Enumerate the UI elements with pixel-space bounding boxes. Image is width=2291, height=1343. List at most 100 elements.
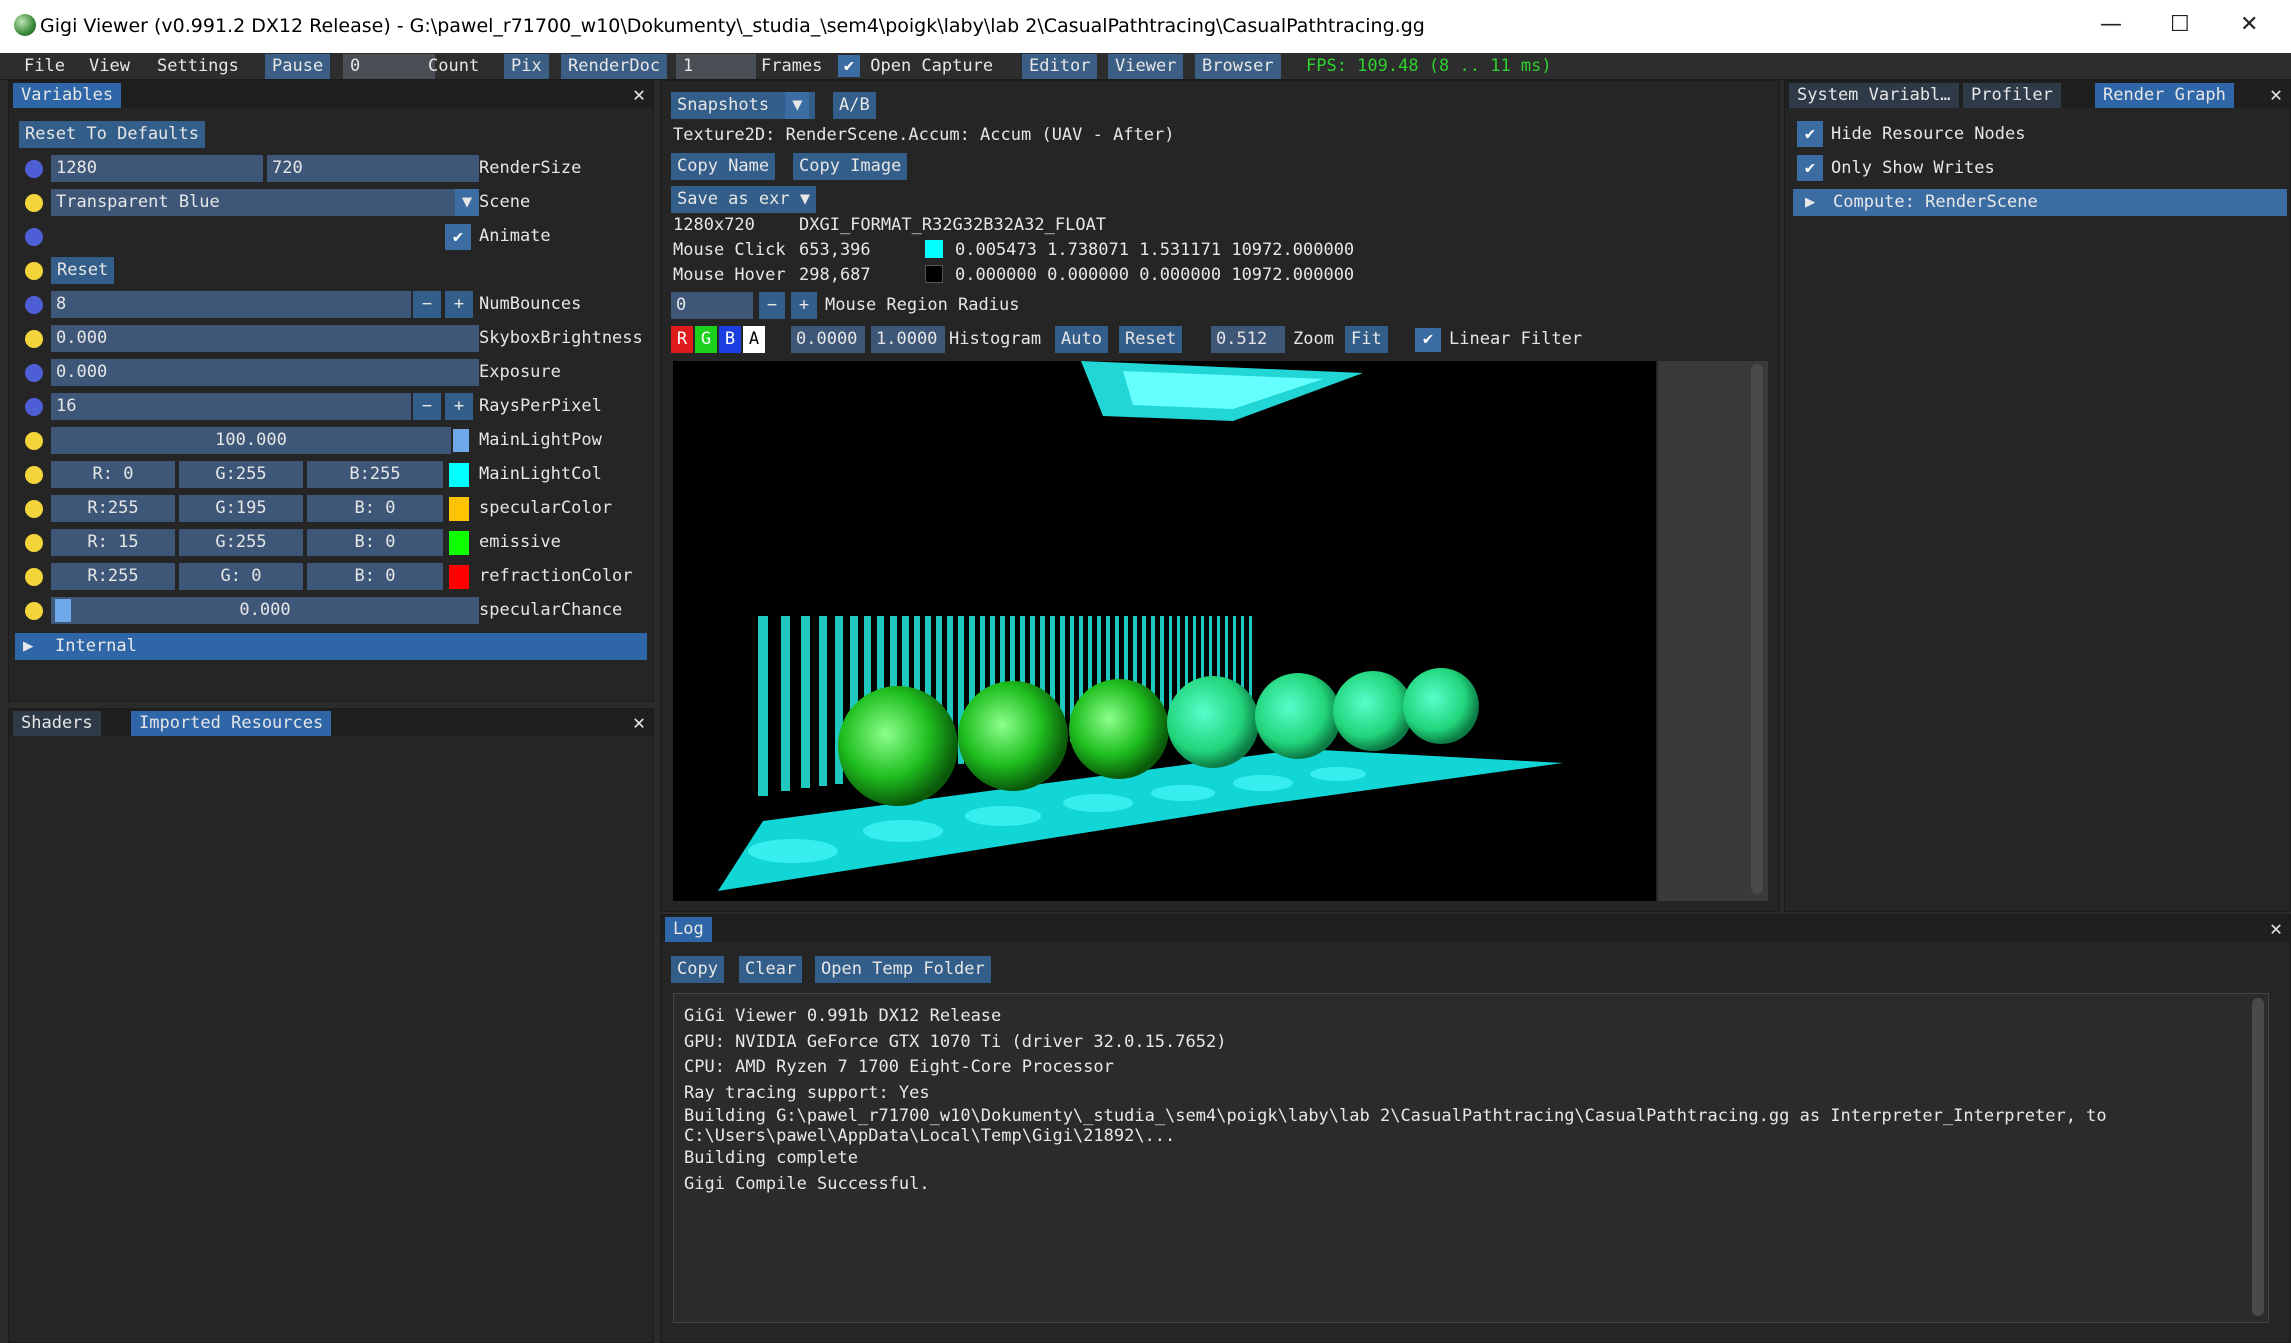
log-line: Building complete [684, 1148, 858, 1168]
tab-log[interactable]: Log [665, 917, 712, 942]
hide-resource-nodes-checkbox[interactable]: ✔ [1797, 121, 1823, 147]
refractioncolor-r-input[interactable]: R:255 [51, 563, 175, 590]
renderdoc-button[interactable]: RenderDoc [561, 54, 668, 79]
mouse-region-radius-input[interactable]: 0 [671, 292, 753, 319]
raysperpixel-decrement-button[interactable]: − [413, 393, 441, 420]
log-copy-button[interactable]: Copy [671, 956, 724, 983]
skyboxbrightness-input[interactable]: 0.000 [51, 325, 479, 352]
copy-name-button[interactable]: Copy Name [671, 153, 776, 180]
viewer-button[interactable]: Viewer [1108, 54, 1184, 79]
zoom-fit-button[interactable]: Fit [1345, 326, 1388, 353]
log-output: GiGi Viewer 0.991b DX12 Release GPU: NVI… [673, 993, 2269, 1323]
close-icon[interactable]: ✕ [2270, 83, 2282, 105]
mainlightcol-color-swatch[interactable] [449, 463, 469, 487]
tab-shaders[interactable]: Shaders [13, 711, 101, 736]
render-graph-panel: System Variabl… Profiler Render Graph ✕ … [1784, 80, 2291, 912]
copy-image-button[interactable]: Copy Image [793, 153, 908, 180]
scene-select[interactable]: Transparent Blue ▼ [51, 189, 479, 216]
close-icon[interactable]: ✕ [633, 83, 645, 105]
chevron-down-icon[interactable]: ▼ [455, 189, 479, 216]
save-as-dropdown[interactable]: Save as exr ▼ [671, 186, 817, 213]
internal-collapsible-header[interactable]: ▶ Internal [15, 633, 647, 660]
ab-compare-button[interactable]: A/B [833, 92, 876, 119]
refractioncolor-g-input[interactable]: G: 0 [179, 563, 303, 590]
window-title-bar: Gigi Viewer (v0.991.2 DX12 Release) - G:… [0, 0, 2291, 53]
zoom-input[interactable]: 0.512 [1211, 326, 1285, 353]
pause-count-input[interactable]: 0 [343, 54, 435, 79]
open-capture-checkbox-icon[interactable]: ✔ [838, 55, 860, 77]
raysperpixel-increment-button[interactable]: + [445, 393, 473, 420]
numbounces-decrement-button[interactable]: − [413, 291, 441, 318]
menu-view[interactable]: View [89, 55, 130, 78]
tab-imported-resources[interactable]: Imported Resources [131, 711, 332, 736]
numbounces-increment-button[interactable]: + [445, 291, 473, 318]
viewer-vertical-scrollbar[interactable] [1751, 364, 1763, 894]
log-vertical-scrollbar[interactable] [2252, 998, 2264, 1316]
histogram-max-input[interactable]: 1.0000 [871, 326, 945, 353]
numbounces-input[interactable]: 8 [51, 291, 411, 318]
specularchance-slider[interactable]: 0.000 [51, 597, 479, 624]
tab-render-graph[interactable]: Render Graph [2095, 83, 2234, 108]
rendered-texture-image[interactable] [673, 361, 1656, 901]
chevron-down-icon[interactable]: ▼ [785, 92, 810, 119]
tab-system-variables[interactable]: System Variabl… [1789, 83, 1959, 108]
frames-input[interactable]: 1 [676, 54, 756, 79]
menu-file[interactable]: File [24, 55, 65, 78]
channel-a-toggle[interactable]: A [743, 326, 765, 353]
menu-settings[interactable]: Settings [157, 55, 239, 78]
emissive-r-input[interactable]: R: 15 [51, 529, 175, 556]
tab-variables[interactable]: Variables [13, 83, 122, 108]
open-temp-folder-button[interactable]: Open Temp Folder [815, 956, 991, 983]
histogram-auto-button[interactable]: Auto [1055, 326, 1108, 353]
pix-button[interactable]: Pix [504, 54, 549, 79]
histogram-reset-button[interactable]: Reset [1119, 326, 1183, 353]
tab-profiler[interactable]: Profiler [1963, 83, 2061, 108]
internal-label: Internal [55, 636, 137, 656]
histogram-min-input[interactable]: 0.0000 [791, 326, 865, 353]
specularchance-slider-grab[interactable] [55, 599, 71, 622]
minimize-button[interactable]: — [2100, 12, 2122, 37]
editor-button[interactable]: Editor [1022, 54, 1098, 79]
emissive-color-swatch[interactable] [449, 531, 469, 555]
reset-to-defaults-button[interactable]: Reset To Defaults [19, 121, 205, 148]
close-icon[interactable]: ✕ [633, 711, 645, 733]
only-show-writes-checkbox[interactable]: ✔ [1797, 155, 1823, 181]
refractioncolor-b-input[interactable]: B: 0 [307, 563, 443, 590]
reset-button[interactable]: Reset [51, 257, 115, 284]
mouse-click-value: 0.005473 1.738071 1.531171 10972.000000 [955, 240, 1355, 260]
close-window-button[interactable]: ✕ [2240, 12, 2258, 37]
linear-filter-checkbox[interactable]: ✔ [1415, 328, 1441, 352]
specularcolor-g-input[interactable]: G:195 [179, 495, 303, 522]
specularcolor-r-input[interactable]: R:255 [51, 495, 175, 522]
animate-label: Animate [479, 226, 551, 246]
specularcolor-b-input[interactable]: B: 0 [307, 495, 443, 522]
raysperpixel-input[interactable]: 16 [51, 393, 411, 420]
log-clear-button[interactable]: Clear [739, 956, 803, 983]
open-capture-toggle[interactable]: ✔ Open Capture [838, 55, 993, 78]
mainlightcol-g-input[interactable]: G:255 [179, 461, 303, 488]
compute-renderscene-node[interactable]: ▶ Compute: RenderScene [1793, 189, 2287, 216]
exposure-input[interactable]: 0.000 [51, 359, 479, 386]
radius-decrement-button[interactable]: − [759, 292, 785, 319]
variables-panel: Variables ✕ Reset To Defaults 1280 720 R… [8, 80, 654, 702]
rendersize-height-input[interactable]: 720 [267, 155, 479, 182]
channel-g-toggle[interactable]: G [695, 326, 717, 353]
browser-button[interactable]: Browser [1195, 54, 1281, 79]
channel-b-toggle[interactable]: B [719, 326, 741, 353]
refractioncolor-color-swatch[interactable] [449, 565, 469, 589]
emissive-b-input[interactable]: B: 0 [307, 529, 443, 556]
radius-increment-button[interactable]: + [791, 292, 817, 319]
mainlightpow-slider[interactable]: 100.000 [51, 427, 451, 454]
animate-checkbox[interactable]: ✔ [445, 224, 471, 250]
mainlightpow-slider-grab[interactable] [453, 429, 469, 452]
mainlightcol-b-input[interactable]: B:255 [307, 461, 443, 488]
specularcolor-color-swatch[interactable] [449, 497, 469, 521]
channel-r-toggle[interactable]: R [671, 326, 693, 353]
snapshots-dropdown[interactable]: Snapshots ▼ [671, 92, 816, 119]
close-icon[interactable]: ✕ [2270, 917, 2282, 939]
pause-button[interactable]: Pause [265, 54, 331, 79]
maximize-button[interactable]: ☐ [2170, 12, 2190, 37]
rendersize-width-input[interactable]: 1280 [51, 155, 263, 182]
emissive-g-input[interactable]: G:255 [179, 529, 303, 556]
mainlightcol-r-input[interactable]: R: 0 [51, 461, 175, 488]
